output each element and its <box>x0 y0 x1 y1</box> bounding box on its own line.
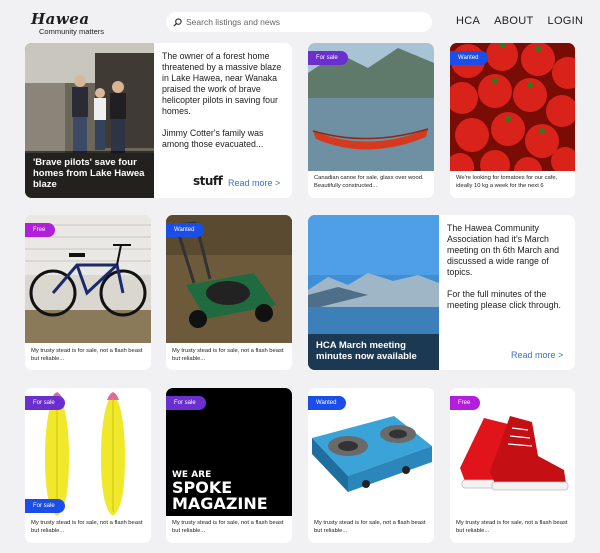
badge-for-sale: For sale <box>166 396 206 410</box>
search-icon <box>173 17 182 27</box>
news-paragraph: The owner of a forest home threatened by… <box>162 51 282 116</box>
news-card-meeting[interactable]: HCA March meeting minutes now available … <box>308 215 575 370</box>
listing-image-mower: Wanted <box>166 215 292 343</box>
listing-caption: My trusty stead is for sale, not a flash… <box>31 348 143 362</box>
site-logo[interactable]: Hawea Community matters <box>31 11 104 36</box>
listing-caption: We're looking for tomatoes for our cafe,… <box>456 175 558 189</box>
nav-login[interactable]: LOGIN <box>548 15 584 27</box>
listing-card-tomatoes[interactable]: Wanted We're looking for tomatoes for ou… <box>450 43 575 198</box>
listing-caption: My trusty stead is for sale, not a flash… <box>172 348 284 362</box>
logo-title: Hawea <box>31 10 90 28</box>
news-card-fire[interactable]: 'Brave pilots' save four homes from Lake… <box>25 43 292 198</box>
magazine-cover-text: WE ARE SPOKE MAGAZINE <box>172 470 268 512</box>
listing-card-canoe[interactable]: For sale Canadian canoe for sale, glass … <box>308 43 434 198</box>
source-logo: stuff <box>193 174 223 188</box>
listing-image-bike: Free <box>25 215 151 343</box>
news-body: The Hawea Community Association had it's… <box>447 223 571 311</box>
news-paragraph: Jimmy Cotter's family was among those ev… <box>162 128 264 149</box>
listing-card-mower[interactable]: Wanted My trusty stead is for sale, not … <box>166 215 292 370</box>
listing-card-shoes[interactable]: Free My trusty stead is for sale, not a … <box>450 388 575 543</box>
listing-caption: Canadian canoe for sale, glass over wood… <box>314 175 424 189</box>
search-bar[interactable]: Search listings and news <box>166 12 432 32</box>
listing-image-shoes: Free <box>450 388 575 516</box>
listing-image-magazine: WE ARE SPOKE MAGAZINE For sale <box>166 388 292 516</box>
badge-wanted: Wanted <box>166 223 205 237</box>
news-image-lake: HCA March meeting minutes now available <box>308 215 439 370</box>
badge-for-sale: For sale <box>25 396 65 410</box>
news-body: The owner of a forest home threatened by… <box>162 51 286 150</box>
badge-for-sale: For sale <box>308 51 348 65</box>
search-placeholder: Search listings and news <box>186 17 281 27</box>
badge-wanted: Wanted <box>308 396 347 410</box>
listing-image-stove: Wanted <box>308 388 434 516</box>
badge-wanted: Wanted <box>450 51 489 65</box>
news-image-family: 'Brave pilots' save four homes from Lake… <box>25 43 154 198</box>
listing-card-stove[interactable]: Wanted My trusty stead is for sale, not … <box>308 388 434 543</box>
listing-caption: My trusty stead is for sale, not a flash… <box>31 520 143 534</box>
badge-free: Free <box>25 223 56 237</box>
news-paragraph: For the full minutes of the meeting plea… <box>447 289 561 310</box>
listing-caption: My trusty stead is for sale, not a flash… <box>456 520 568 534</box>
main-nav: HCA ABOUT LOGIN <box>456 15 583 27</box>
listing-card-surfboards[interactable]: For sale For sale My trusty stead is for… <box>25 388 151 543</box>
news-paragraph: The Hawea Community Association had it's… <box>447 223 559 277</box>
nav-about[interactable]: ABOUT <box>494 15 533 27</box>
listing-image-surfboards: For sale For sale <box>25 388 151 516</box>
listing-card-bike[interactable]: Free My trusty stead is for sale, not a … <box>25 215 151 370</box>
news-title: 'Brave pilots' save four homes from Lake… <box>25 151 154 198</box>
listing-card-magazine[interactable]: WE ARE SPOKE MAGAZINE For sale My trusty… <box>166 388 292 543</box>
listing-caption: My trusty stead is for sale, not a flash… <box>172 520 284 534</box>
badge-free: Free <box>450 396 481 410</box>
read-more-link[interactable]: Read more > <box>511 350 563 360</box>
listing-image-tomatoes: Wanted <box>450 43 575 171</box>
logo-subtitle: Community matters <box>39 27 105 36</box>
magazine-line: MAGAZINE <box>172 494 268 513</box>
listing-caption: My trusty stead is for sale, not a flash… <box>314 520 426 534</box>
nav-hca[interactable]: HCA <box>456 15 480 27</box>
listing-image-canoe: For sale <box>308 43 434 171</box>
read-more-link[interactable]: Read more > <box>228 178 280 188</box>
badge-for-sale-secondary: For sale <box>25 499 65 513</box>
news-title: HCA March meeting minutes now available <box>308 334 439 370</box>
